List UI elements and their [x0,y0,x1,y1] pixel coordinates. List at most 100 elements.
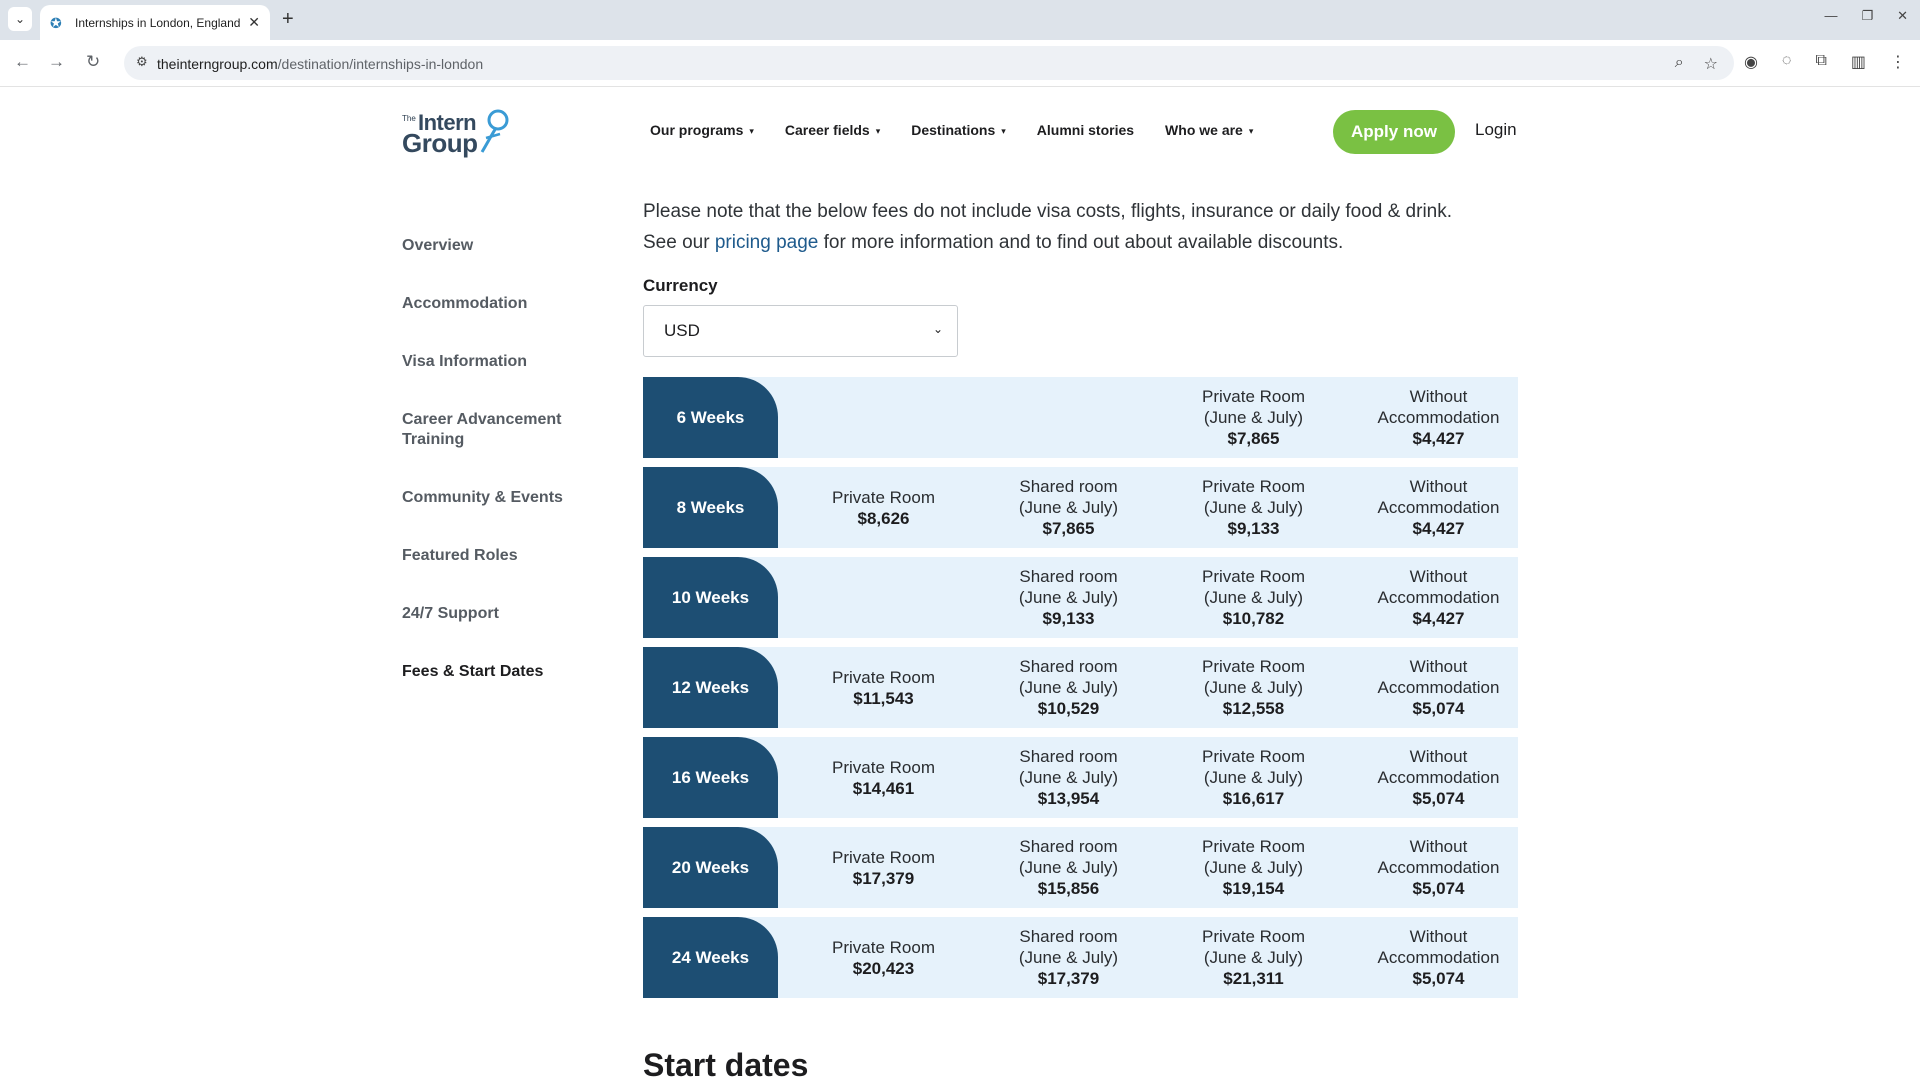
fee-duration-label: 10 Weeks [643,557,778,638]
fee-price: $9,133 [1042,609,1095,628]
window-controls: — ❐ ✕ [1824,8,1908,24]
currency-select[interactable]: USD ⌄ [643,305,958,357]
fee-option-cell: Without Accommodation $5,074 [1346,737,1531,818]
side-panel-icon[interactable]: ▥ [1851,52,1866,72]
minimize-icon[interactable]: — [1824,8,1837,24]
fee-row: 16 Weeks Private Room $14,461 Shared room (J… [643,737,1518,818]
apply-now-button[interactable]: Apply now [1333,110,1455,154]
fee-option-cell: Without Accommodation $5,074 [1346,827,1531,908]
fee-row: 10 Weeks Shared room (June & July) $9,133 Pr… [643,557,1518,638]
fees-note-suffix: for more information and to find out abo… [818,232,1344,253]
fee-row: 12 Weeks Private Room $11,543 Shared room (J… [643,647,1518,728]
site-settings-icon[interactable]: ⚙ [136,54,148,70]
url-host: theinterngroup.com [157,56,278,72]
fee-price: $16,617 [1222,789,1285,808]
fee-option-text: Private Room [832,757,935,777]
fee-option-text: Without [1409,387,1468,406]
fee-option-cell: Shared room (June & July) $7,865 [976,467,1161,548]
fee-option-text: Without [1409,747,1468,766]
fees-note-prefix: See our [643,232,715,253]
address-bar[interactable]: ⚙ theinterngroup.com/destination/interns… [124,46,1734,80]
back-arrow-icon[interactable]: ← [14,52,31,72]
fee-option-text: (June & July) [1203,948,1304,967]
fee-option-cell: Private Room (June & July) $21,311 [1161,917,1346,998]
pricing-page-link[interactable]: pricing page [715,232,819,253]
fee-option-text: Accommodation [1377,588,1500,607]
fee-option-text: Accommodation [1377,408,1500,427]
fee-option-text: Accommodation [1377,768,1500,787]
login-link[interactable]: Login [1475,120,1517,140]
forward-arrow-icon[interactable]: → [48,52,65,72]
extension-colorful-icon[interactable]: ◌ [1782,52,1792,72]
sidebar-item-support[interactable]: 24/7 Support [402,604,592,624]
fee-price: $8,626 [857,508,910,528]
fee-row: 8 Weeks Private Room $8,626 Shared room (Jun… [643,467,1518,548]
fee-price: $4,427 [1412,519,1465,538]
nav-our-programs[interactable]: Our programs ▾ [650,122,754,138]
fee-price: $4,427 [1412,609,1465,628]
fee-price: $20,423 [852,958,915,978]
fee-option-text: (June & July) [1018,768,1119,787]
fee-option-cell: Private Room (June & July) $9,133 [1161,467,1346,548]
intern-group-logo[interactable]: The Intern Group [402,108,512,158]
nav-who-we-are[interactable]: Who we are ▾ [1165,122,1253,138]
nav-alumni-stories[interactable]: Alumni stories [1037,122,1134,138]
sidebar-item-accommodation[interactable]: Accommodation [402,294,592,314]
sidebar-item-career-advancement-training[interactable]: Career Advancement Training [402,410,592,450]
fee-option-cell: Private Room (June & July) $16,617 [1161,737,1346,818]
browser-tab-active[interactable]: ✪ Internships in London, England ✕ [40,5,270,40]
sidebar-item-fees-start-dates[interactable]: Fees & Start Dates [402,662,592,682]
fee-option-text: Private Room [832,667,935,687]
start-dates-heading: Start dates [643,1047,809,1083]
tab-search-button[interactable]: ⌄ [8,7,32,31]
nav-label: Career fields [784,122,870,138]
bookmark-star-icon[interactable]: ☆ [1704,54,1718,74]
page-section-sidebar: Overview Accommodation Visa Information … [402,236,592,720]
fee-option-text: (June & July) [1018,588,1119,607]
close-icon[interactable]: ✕ [248,14,260,31]
zoom-magnifier-icon[interactable]: ⌕ [1675,54,1684,74]
fee-duration-label: 20 Weeks [643,827,778,908]
sidebar-item-featured-roles[interactable]: Featured Roles [402,546,592,566]
camera-icon[interactable]: ◉ [1744,52,1758,72]
sidebar-item-community-events[interactable]: Community & Events [402,488,592,508]
fee-option-text: (June & July) [1018,858,1119,877]
new-tab-plus-icon[interactable]: + [282,8,294,30]
fee-price: $17,379 [1037,969,1100,988]
fee-row: 24 Weeks Private Room $20,423 Shared room (J… [643,917,1518,998]
nav-career-fields[interactable]: Career fields ▾ [785,122,880,138]
fee-option-cell: Shared room (June & July) $10,529 [976,647,1161,728]
nav-label: Destinations [911,122,996,138]
fee-price: $10,782 [1222,609,1285,628]
logo-the-text: The [402,114,416,123]
reload-icon[interactable]: ↻ [86,52,100,72]
fee-option-text: Without [1409,657,1468,676]
window-close-icon[interactable]: ✕ [1897,8,1908,24]
fee-option-cell: Private Room $11,543 [791,647,976,728]
fee-option-cell: Private Room $8,626 [791,467,976,548]
fee-option-text: Private Room [1202,927,1305,946]
fee-price: $19,154 [1222,879,1285,898]
fee-option-text: Without [1409,837,1468,856]
fees-table: 6 Weeks Private Room (June & July) $7,865 Wi… [643,377,1518,1007]
fee-option-text: Shared room [1019,837,1118,856]
fee-price: $10,529 [1037,699,1100,718]
fee-price: $5,074 [1412,789,1465,808]
fee-option-text: Shared room [1019,747,1118,766]
fee-option-cell: Private Room $20,423 [791,917,976,998]
nav-label: Alumni stories [1036,122,1135,138]
fee-price: $12,558 [1222,699,1285,718]
restore-icon[interactable]: ❐ [1861,8,1873,24]
sidebar-item-visa-information[interactable]: Visa Information [402,352,592,372]
fee-option-text: Private Room [832,847,935,867]
puzzle-extensions-icon[interactable]: ⧉ [1815,52,1826,72]
chevron-down-icon: ▾ [875,126,881,136]
fee-option-text: Accommodation [1377,948,1500,967]
fee-option-text: Private Room [1202,657,1305,676]
fee-option-text: (June & July) [1203,858,1304,877]
fee-option-text: Accommodation [1377,498,1500,517]
nav-destinations[interactable]: Destinations ▾ [911,122,1006,138]
url-path: /destination/internships-in-london [277,56,484,72]
sidebar-item-overview[interactable]: Overview [402,236,592,256]
kebab-menu-icon[interactable]: ⋮ [1890,52,1906,72]
